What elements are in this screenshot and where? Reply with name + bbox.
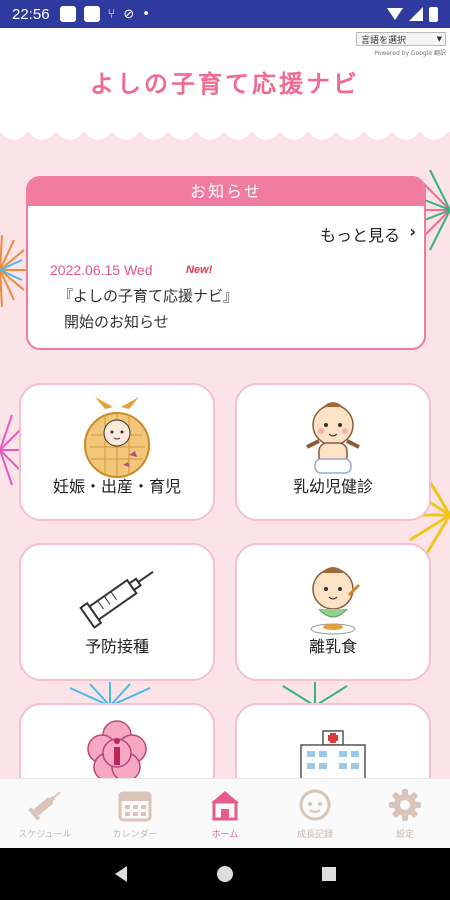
- news-date: 2022.06.15 Wed: [50, 262, 153, 278]
- menu-label-pregnancy: 妊娠・出産・育児: [52, 477, 181, 496]
- app-title: よしの子育て応援ナビ: [90, 70, 360, 98]
- back-icon[interactable]: [113, 865, 129, 883]
- menu-tile-baby-food[interactable]: 離乳食: [235, 543, 431, 681]
- system-navigation-bar: [0, 848, 450, 900]
- nav-label-growth-record: 成長記録: [296, 830, 333, 840]
- menu-label-baby-food: 離乳食: [308, 637, 357, 656]
- new-badge: New!: [186, 264, 213, 276]
- home-button-icon[interactable]: [216, 865, 234, 883]
- baby-wrap-icon: [84, 397, 150, 478]
- usb-icon: ⑂: [107, 6, 116, 22]
- nav-growth-record[interactable]: 成長記録: [270, 779, 360, 848]
- hospital-icon: [300, 730, 366, 785]
- news-heading: お知らせ: [28, 178, 424, 206]
- no-disturb-icon: ⊘: [123, 6, 135, 22]
- wifi-icon: [387, 8, 403, 20]
- status-bar: 22:56 ⑂ ⊘ •: [0, 0, 450, 28]
- syringe-icon: [79, 570, 154, 629]
- news-title-line2: 開始のお知らせ: [64, 313, 169, 331]
- more-news-link[interactable]: もっと見る: [320, 222, 400, 246]
- notification-icon: [59, 6, 76, 22]
- translate-credit: Powered by Google 翻訳: [374, 50, 446, 57]
- baby-face-icon: [299, 789, 331, 821]
- nav-label-calendar: カレンダー: [112, 830, 158, 840]
- scallop-border: [0, 120, 450, 140]
- nav-label-settings: 設定: [395, 830, 414, 840]
- language-select[interactable]: 言語を選択 ▼: [356, 32, 446, 46]
- nav-settings[interactable]: 設定: [360, 779, 450, 848]
- info-flower-icon: [87, 720, 147, 782]
- app-header: 言語を選択 ▼ Powered by Google 翻訳 よしの子育て応援ナビ: [0, 28, 450, 132]
- dot-icon: •: [142, 6, 150, 22]
- baby-food-icon: [310, 567, 361, 635]
- menu-label-vaccination: 予防接種: [84, 637, 149, 656]
- menu-tile-pregnancy[interactable]: 妊娠・出産・育児: [19, 383, 215, 521]
- nav-label-home: ホーム: [211, 830, 239, 840]
- nav-home[interactable]: ホーム: [180, 779, 270, 848]
- nav-schedule[interactable]: スケジュール: [0, 779, 90, 848]
- menu-tile-checkup[interactable]: 乳幼児健診: [235, 383, 431, 521]
- recents-icon[interactable]: [321, 866, 337, 882]
- chevron-right-icon[interactable]: ›: [409, 222, 416, 241]
- nav-label-schedule: スケジュール: [18, 830, 72, 840]
- status-time: 22:56: [12, 5, 50, 23]
- calendar-icon: [118, 791, 152, 822]
- baby-checkup-icon: [306, 402, 360, 474]
- menu-label-checkup: 乳幼児健診: [292, 477, 373, 496]
- menu-tile-vaccination[interactable]: 予防接種: [19, 543, 215, 681]
- nav-calendar[interactable]: カレンダー: [90, 779, 180, 848]
- battery-icon: [429, 6, 438, 22]
- syringe-nav-icon: [28, 791, 61, 821]
- home-icon: [211, 791, 239, 821]
- news-card: お知らせ もっと見る › 2022.06.15 Wed New! 『よしの子育て…: [26, 176, 426, 350]
- dropdown-caret-icon: ▼: [436, 35, 442, 43]
- gear-icon: [389, 789, 421, 821]
- bottom-navigation: スケジュール カレンダー ホーム 成長記録 設定: [0, 778, 450, 848]
- notification-icon-2: [83, 6, 100, 22]
- news-title-line1: 『よしの子育て応援ナビ』: [58, 287, 239, 305]
- signal-icon: [409, 7, 423, 21]
